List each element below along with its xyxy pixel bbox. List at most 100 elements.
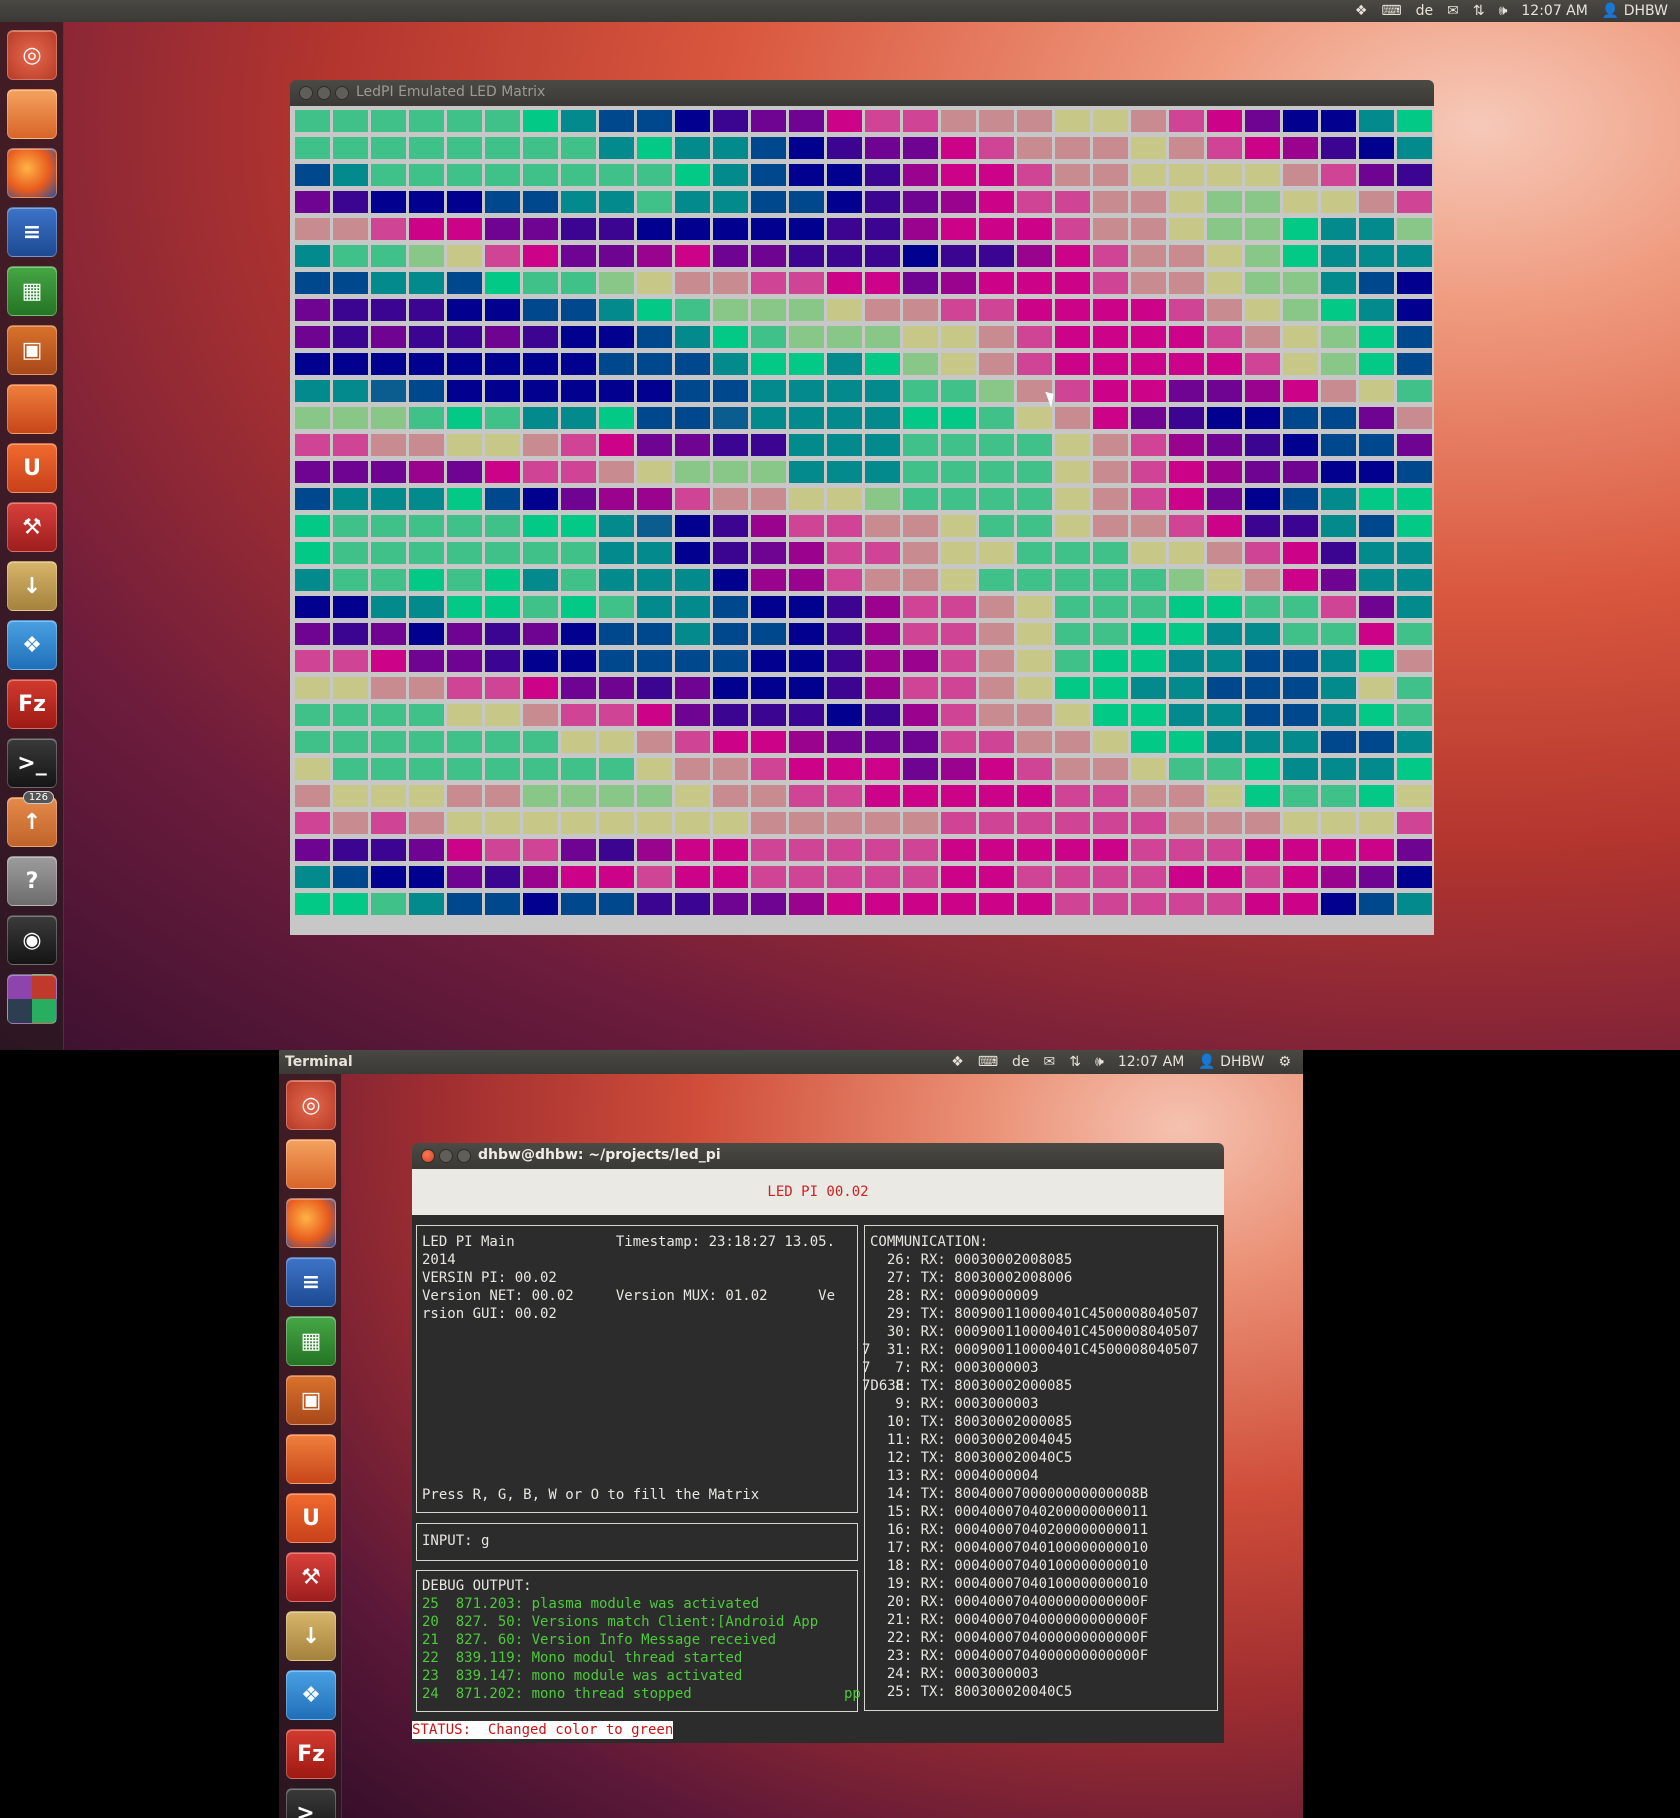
led-cell[interactable] bbox=[903, 488, 938, 510]
led-cell[interactable] bbox=[751, 407, 786, 429]
led-cell[interactable] bbox=[1359, 407, 1394, 429]
led-cell[interactable] bbox=[599, 218, 634, 240]
led-cell[interactable] bbox=[637, 623, 672, 645]
led-cell[interactable] bbox=[1321, 893, 1356, 915]
led-cell[interactable] bbox=[979, 731, 1014, 753]
led-cell[interactable] bbox=[409, 866, 444, 888]
ubuntu-one-icon[interactable]: U bbox=[7, 443, 57, 493]
led-cell[interactable] bbox=[371, 191, 406, 213]
led-cell[interactable] bbox=[523, 434, 558, 456]
user-menu[interactable]: 👤 DHBW bbox=[1198, 1054, 1264, 1070]
led-cell[interactable] bbox=[789, 488, 824, 510]
led-cell[interactable] bbox=[979, 272, 1014, 294]
led-cell[interactable] bbox=[1207, 758, 1242, 780]
led-cell[interactable] bbox=[295, 596, 330, 618]
calc-icon[interactable]: ▦ bbox=[286, 1316, 336, 1366]
led-cell[interactable] bbox=[1359, 299, 1394, 321]
led-cell[interactable] bbox=[295, 218, 330, 240]
led-cell[interactable] bbox=[903, 839, 938, 861]
led-cell[interactable] bbox=[1131, 110, 1166, 132]
led-cell[interactable] bbox=[1283, 758, 1318, 780]
led-cell[interactable] bbox=[1397, 893, 1432, 915]
led-cell[interactable] bbox=[1245, 164, 1280, 186]
led-cell[interactable] bbox=[903, 812, 938, 834]
led-cell[interactable] bbox=[1397, 380, 1432, 402]
led-cell[interactable] bbox=[1283, 110, 1318, 132]
led-cell[interactable] bbox=[523, 137, 558, 159]
led-cell[interactable] bbox=[1017, 839, 1052, 861]
led-cell[interactable] bbox=[1093, 812, 1128, 834]
led-cell[interactable] bbox=[1359, 677, 1394, 699]
led-cell[interactable] bbox=[827, 677, 862, 699]
led-cell[interactable] bbox=[295, 839, 330, 861]
led-cell[interactable] bbox=[903, 299, 938, 321]
update-manager-icon[interactable]: ↑ 126 bbox=[7, 791, 57, 847]
led-cell[interactable] bbox=[371, 812, 406, 834]
led-cell[interactable] bbox=[1321, 812, 1356, 834]
led-cell[interactable] bbox=[751, 812, 786, 834]
led-cell[interactable] bbox=[523, 839, 558, 861]
led-cell[interactable] bbox=[637, 137, 672, 159]
led-cell[interactable] bbox=[1245, 218, 1280, 240]
led-cell[interactable] bbox=[1093, 110, 1128, 132]
led-cell[interactable] bbox=[599, 380, 634, 402]
led-cell[interactable] bbox=[599, 596, 634, 618]
led-cell[interactable] bbox=[333, 569, 368, 591]
led-cell[interactable] bbox=[1283, 164, 1318, 186]
led-cell[interactable] bbox=[485, 758, 520, 780]
led-cell[interactable] bbox=[1093, 245, 1128, 267]
writer-icon[interactable]: ≡ bbox=[286, 1257, 336, 1307]
led-cell[interactable] bbox=[485, 866, 520, 888]
led-cell[interactable] bbox=[599, 758, 634, 780]
led-cell[interactable] bbox=[1359, 218, 1394, 240]
led-cell[interactable] bbox=[713, 542, 748, 564]
led-cell[interactable] bbox=[409, 596, 444, 618]
led-cell[interactable] bbox=[1055, 434, 1090, 456]
led-cell[interactable] bbox=[865, 515, 900, 537]
led-cell[interactable] bbox=[561, 731, 596, 753]
led-cell[interactable] bbox=[447, 407, 482, 429]
led-cell[interactable] bbox=[827, 272, 862, 294]
led-cell[interactable] bbox=[1131, 785, 1166, 807]
led-cell[interactable] bbox=[827, 704, 862, 726]
led-cell[interactable] bbox=[485, 839, 520, 861]
led-cell[interactable] bbox=[485, 542, 520, 564]
led-cell[interactable] bbox=[789, 785, 824, 807]
led-cell[interactable] bbox=[371, 218, 406, 240]
led-cell[interactable] bbox=[1055, 650, 1090, 672]
led-cell[interactable] bbox=[447, 218, 482, 240]
led-cell[interactable] bbox=[447, 353, 482, 375]
led-cell[interactable] bbox=[485, 110, 520, 132]
led-cell[interactable] bbox=[295, 353, 330, 375]
led-cell[interactable] bbox=[1093, 677, 1128, 699]
led-cell[interactable] bbox=[1283, 218, 1318, 240]
dropbox-icon[interactable]: ❖ bbox=[951, 1054, 964, 1070]
led-cell[interactable] bbox=[1321, 704, 1356, 726]
led-cell[interactable] bbox=[1283, 434, 1318, 456]
led-cell[interactable] bbox=[1283, 191, 1318, 213]
led-cell[interactable] bbox=[561, 488, 596, 510]
led-cell[interactable] bbox=[979, 137, 1014, 159]
led-cell[interactable] bbox=[941, 650, 976, 672]
led-cell[interactable] bbox=[1207, 299, 1242, 321]
led-cell[interactable] bbox=[713, 380, 748, 402]
led-cell[interactable] bbox=[789, 272, 824, 294]
led-cell[interactable] bbox=[1207, 650, 1242, 672]
led-cell[interactable] bbox=[1131, 758, 1166, 780]
led-cell[interactable] bbox=[1055, 245, 1090, 267]
led-cell[interactable] bbox=[523, 758, 558, 780]
led-cell[interactable] bbox=[333, 164, 368, 186]
led-cell[interactable] bbox=[713, 299, 748, 321]
led-cell[interactable] bbox=[523, 461, 558, 483]
led-cell[interactable] bbox=[295, 677, 330, 699]
led-cell[interactable] bbox=[1017, 434, 1052, 456]
led-cell[interactable] bbox=[1283, 596, 1318, 618]
led-cell[interactable] bbox=[333, 893, 368, 915]
close-button[interactable] bbox=[299, 86, 313, 100]
led-cell[interactable] bbox=[523, 380, 558, 402]
led-cell[interactable] bbox=[1017, 326, 1052, 348]
led-cell[interactable] bbox=[827, 245, 862, 267]
led-cell[interactable] bbox=[979, 380, 1014, 402]
led-cell[interactable] bbox=[447, 542, 482, 564]
led-cell[interactable] bbox=[1245, 461, 1280, 483]
